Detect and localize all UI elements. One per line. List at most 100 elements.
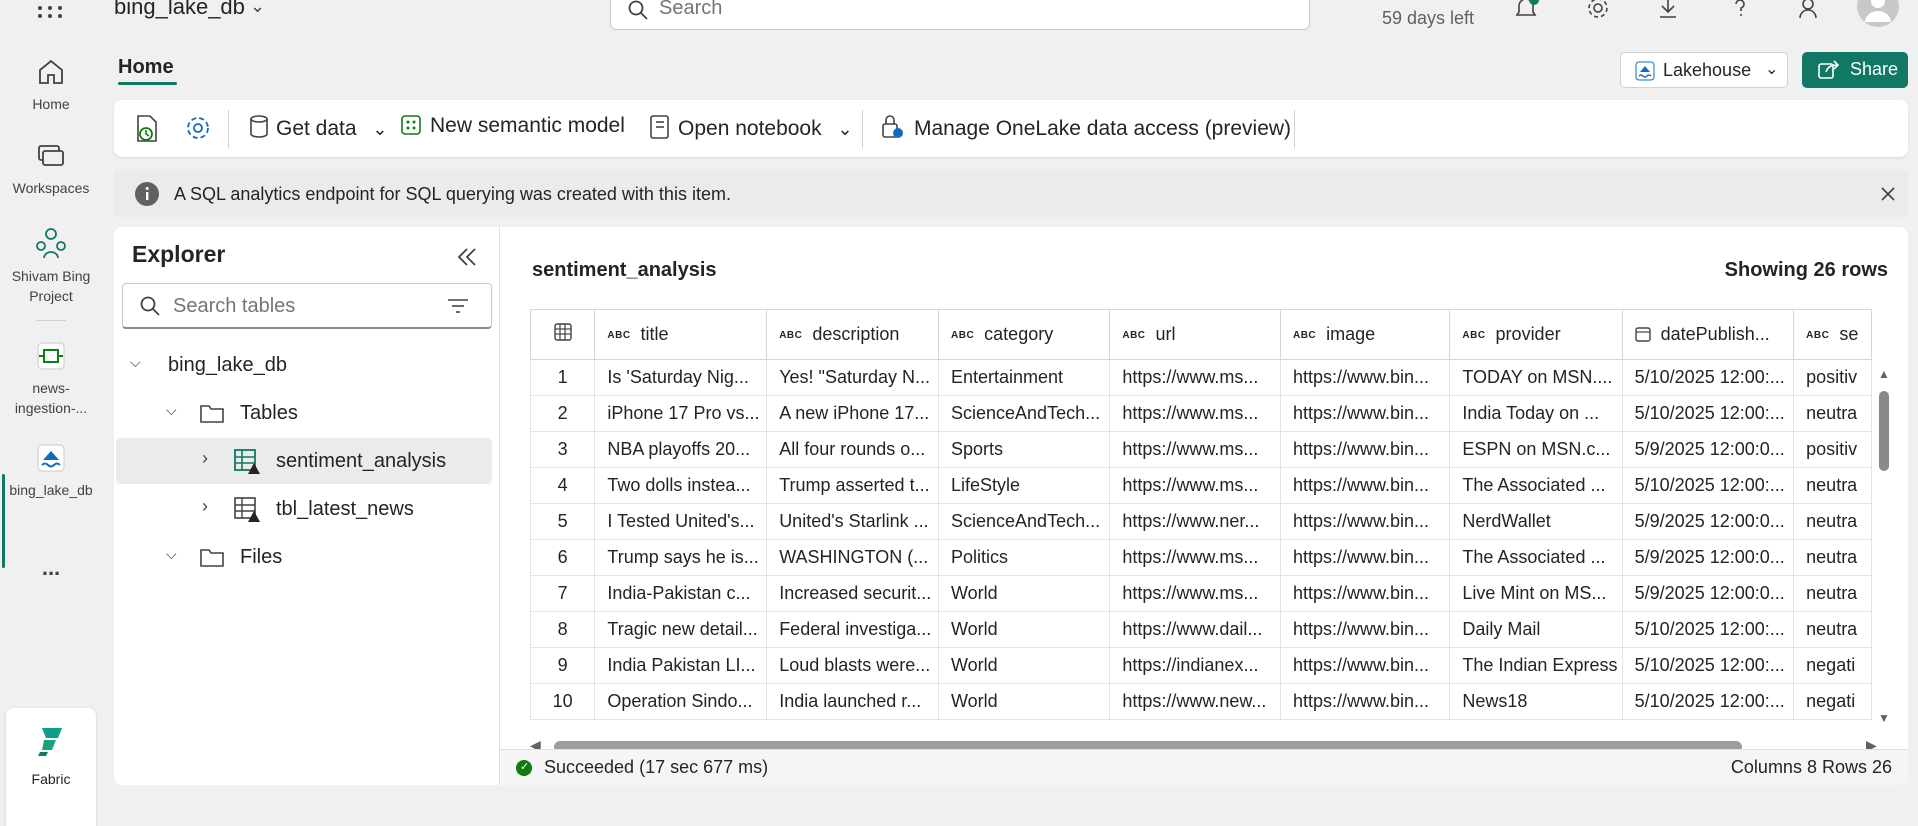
table-cell[interactable]: https://www.ms... <box>1109 539 1281 576</box>
close-icon[interactable] <box>1880 186 1896 202</box>
table-cell[interactable]: 5/9/2025 12:00:0... <box>1621 431 1795 468</box>
chevron-down-icon[interactable]: ⌄ <box>250 0 265 17</box>
tree-item-table-tbl-latest-news[interactable]: › tbl_latest_news <box>116 486 492 532</box>
table-row[interactable]: 5I Tested United's... United's Starlink .… <box>530 503 1872 540</box>
table-cell[interactable]: 5/10/2025 12:00:... <box>1621 395 1795 432</box>
lakehouse-mode-button[interactable]: Lakehouse ⌄ <box>1620 52 1788 88</box>
row-number[interactable]: 6 <box>530 539 596 576</box>
table-cell[interactable]: positiv <box>1793 431 1872 468</box>
table-row[interactable]: 2 iPhone 17 Pro vs... A new iPhone 17... Sc… <box>530 395 1872 432</box>
table-cell[interactable]: All four rounds o... <box>766 431 939 468</box>
table-cell[interactable]: World <box>937 611 1111 648</box>
table-cell[interactable]: News18 <box>1449 683 1623 720</box>
table-cell[interactable]: negati <box>1793 647 1872 684</box>
table-cell[interactable]: neutra <box>1793 395 1872 432</box>
refresh-file-icon[interactable] <box>134 114 160 144</box>
table-cell[interactable]: TODAY on MSN.... <box>1449 359 1623 396</box>
download-icon[interactable] <box>1654 0 1682 22</box>
table-search-input[interactable] <box>173 295 433 318</box>
table-cell[interactable]: India-Pakistan c... <box>594 575 768 612</box>
table-cell[interactable]: neutra <box>1793 539 1872 576</box>
row-number[interactable]: 1 <box>530 359 596 396</box>
table-cell[interactable]: India Today on ... <box>1449 395 1623 432</box>
table-row[interactable]: 6 Trump says he is... WASHINGTON (... Polit… <box>530 539 1872 576</box>
row-number[interactable]: 5 <box>530 503 596 540</box>
table-cell[interactable]: Politics <box>937 539 1111 576</box>
row-number[interactable]: 2 <box>530 395 596 432</box>
column-header[interactable]: ABC url <box>1109 309 1281 360</box>
table-cell[interactable]: Loud blasts were... <box>766 647 939 684</box>
row-number[interactable]: 3 <box>530 431 596 468</box>
table-search-box[interactable] <box>122 283 492 329</box>
table-row[interactable]: 4 Two dolls instea... Trump asserted t... L… <box>530 467 1872 504</box>
table-cell[interactable]: neutra <box>1793 611 1872 648</box>
table-cell[interactable]: negati <box>1793 683 1872 720</box>
table-cell[interactable]: 5/9/2025 12:00:0... <box>1621 539 1795 576</box>
table-cell[interactable]: ScienceAndTech... <box>937 503 1111 540</box>
global-search[interactable] <box>610 0 1310 30</box>
table-cell[interactable]: Tragic new detail... <box>594 611 768 648</box>
tree-item-files-folder[interactable]: ⌵ Files <box>116 534 492 580</box>
table-cell[interactable]: https://www.new... <box>1109 683 1281 720</box>
table-cell[interactable]: 5/10/2025 12:00:... <box>1621 611 1795 648</box>
table-cell[interactable]: https://www.ms... <box>1109 431 1281 468</box>
collapse-panel-icon[interactable] <box>456 247 478 267</box>
chevron-down-icon[interactable]: ⌵ <box>166 546 177 563</box>
row-number[interactable]: 7 <box>530 575 596 612</box>
open-notebook-button[interactable]: Open notebook ⌄ <box>648 114 853 141</box>
table-cell[interactable]: India Pakistan LI... <box>594 647 768 684</box>
scroll-up-icon[interactable]: ▲ <box>1878 367 1890 381</box>
tree-item-tables-folder[interactable]: ⌵ Tables <box>116 390 492 436</box>
rail-item-news-ingestion[interactable]: news-ingestion-... <box>0 340 102 418</box>
table-row[interactable]: 10 Operation Sindo... India launched r... W… <box>530 683 1872 720</box>
table-cell[interactable]: https://www.dail... <box>1109 611 1281 648</box>
table-cell[interactable]: United's Starlink ... <box>766 503 939 540</box>
table-cell[interactable]: Trump asserted t... <box>766 467 939 504</box>
gear-icon[interactable] <box>184 114 212 142</box>
table-cell[interactable]: https://www.bin... <box>1279 359 1451 396</box>
table-cell[interactable]: Sports <box>937 431 1111 468</box>
table-row[interactable]: 1 Is 'Saturday Nig... Yes! "Saturday N... E… <box>530 359 1872 396</box>
tree-item-table-sentiment-analysis[interactable]: › sentiment_analysis <box>116 438 492 484</box>
gear-icon[interactable] <box>1584 0 1612 22</box>
table-cell[interactable]: I Tested United's... <box>594 503 768 540</box>
table-cell[interactable]: Increased securit... <box>766 575 939 612</box>
table-cell[interactable]: ESPN on MSN.c... <box>1449 431 1623 468</box>
table-cell[interactable]: Federal investiga... <box>766 611 939 648</box>
table-cell[interactable]: Daily Mail <box>1449 611 1623 648</box>
table-cell[interactable]: 5/9/2025 12:00:0... <box>1621 503 1795 540</box>
chevron-right-icon[interactable]: › <box>202 496 208 517</box>
manage-onelake-access-button[interactable]: Manage OneLake data access (preview) <box>880 114 1291 141</box>
column-header[interactable]: ABC provider <box>1449 309 1623 360</box>
feedback-icon[interactable] <box>1796 0 1824 22</box>
table-cell[interactable]: https://www.bin... <box>1279 431 1451 468</box>
table-cell[interactable]: Live Mint on MS... <box>1449 575 1623 612</box>
global-search-input[interactable] <box>659 0 1259 20</box>
tab-home[interactable]: Home <box>118 56 174 79</box>
more-icon[interactable]: ... <box>0 557 102 579</box>
table-cell[interactable]: Operation Sindo... <box>594 683 768 720</box>
fabric-switcher[interactable]: Fabric <box>6 708 96 826</box>
table-cell[interactable]: The Associated ... <box>1449 467 1623 504</box>
share-button[interactable]: Share <box>1802 52 1908 88</box>
tree-item-database[interactable]: ⌵ bing_lake_db <box>116 342 492 388</box>
table-cell[interactable]: WASHINGTON (... <box>766 539 939 576</box>
table-cell[interactable]: https://www.ner... <box>1109 503 1281 540</box>
column-header[interactable]: ABC title <box>594 309 768 360</box>
table-cell[interactable]: https://www.bin... <box>1279 503 1451 540</box>
rail-item-workspaces[interactable]: Workspaces <box>0 140 102 198</box>
table-cell[interactable]: https://www.bin... <box>1279 575 1451 612</box>
table-cell[interactable]: NBA playoffs 20... <box>594 431 768 468</box>
table-cell[interactable]: LifeStyle <box>937 467 1111 504</box>
chevron-down-icon[interactable]: ⌵ <box>130 354 141 371</box>
column-header[interactable]: ABC category <box>937 309 1111 360</box>
table-cell[interactable]: Is 'Saturday Nig... <box>594 359 768 396</box>
grid-corner[interactable] <box>530 309 596 360</box>
chevron-down-icon[interactable]: ⌵ <box>166 402 177 419</box>
table-cell[interactable]: https://www.bin... <box>1279 611 1451 648</box>
table-cell[interactable]: neutra <box>1793 467 1872 504</box>
table-cell[interactable]: Yes! "Saturday N... <box>766 359 939 396</box>
row-number[interactable]: 4 <box>530 467 596 504</box>
table-cell[interactable]: 5/10/2025 12:00:... <box>1621 647 1795 684</box>
rail-item-bing-lake-db[interactable]: bing_lake_db <box>0 442 102 500</box>
